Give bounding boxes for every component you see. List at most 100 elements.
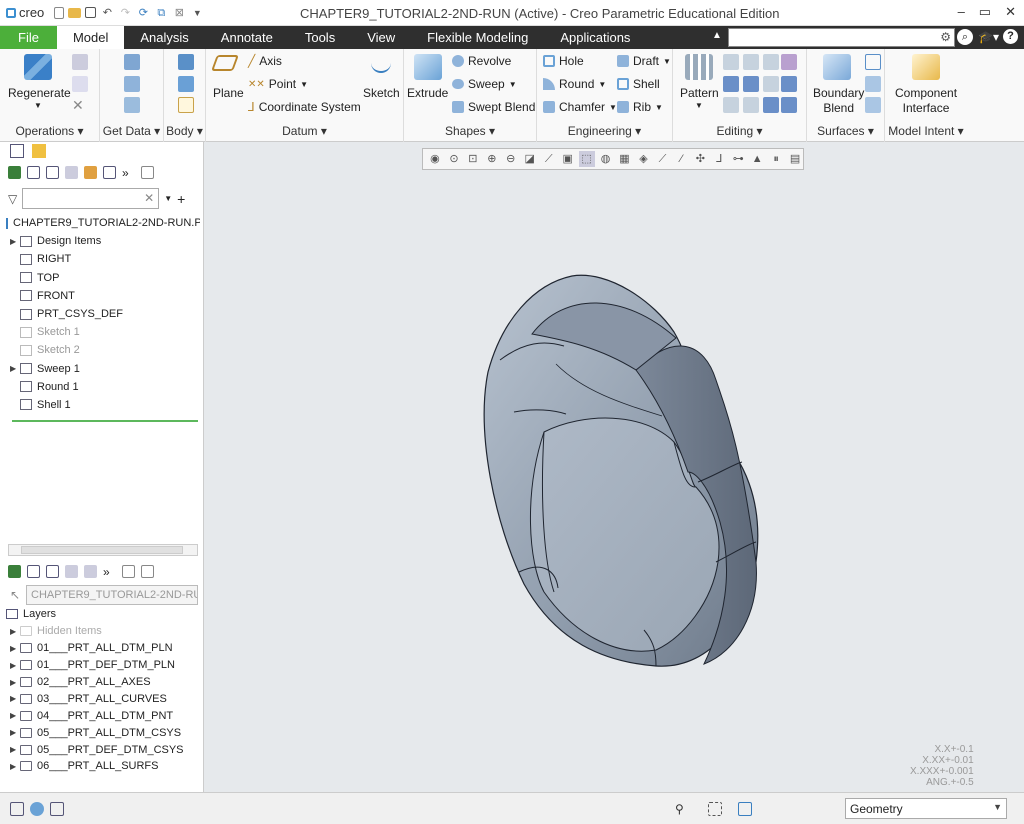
selection-filter-select[interactable]: Geometry ▼ [845, 798, 1007, 819]
copy-icon[interactable] [72, 54, 88, 70]
chamfer-button[interactable]: Chamfer ▼ [543, 100, 617, 114]
expand-icon[interactable]: ▶ [10, 728, 20, 737]
hole-button[interactable]: Hole [543, 54, 584, 68]
model-tree-root[interactable]: CHAPTER9_TUTORIAL2-2ND-RUN.PRT [6, 214, 200, 232]
tree-horizontal-scrollbar[interactable] [8, 544, 198, 556]
layer-settings-icon[interactable] [84, 565, 97, 578]
mirror-icon[interactable] [723, 54, 739, 70]
wrap-icon[interactable] [743, 97, 759, 113]
boundary-blend-button[interactable]: Boundary Blend [813, 86, 864, 115]
fill-icon[interactable] [781, 97, 797, 113]
delete-icon[interactable]: ✕ [72, 97, 84, 114]
tab-flexible-modeling[interactable]: Flexible Modeling [411, 26, 544, 49]
operations-group-label[interactable]: Operations ▾ [0, 124, 99, 138]
tree-filter-icon[interactable] [103, 166, 116, 179]
expand-icon[interactable]: ▶ [10, 364, 20, 373]
layer-show-icon[interactable] [65, 565, 78, 578]
engineering-group-label[interactable]: Engineering ▾ [537, 124, 672, 138]
tab-analysis[interactable]: Analysis [124, 26, 204, 49]
layer-item[interactable]: ▶ 05___PRT_ALL_DTM_CSYS [6, 724, 200, 741]
expand-icon[interactable]: ▶ [10, 711, 20, 720]
tree-settings-icon[interactable] [84, 166, 97, 179]
tree-search-input[interactable]: ✕ [22, 188, 160, 209]
model-tree-item[interactable]: Sketch 2 [6, 341, 200, 359]
layer-item[interactable]: ▶ 01___PRT_DEF_DTM_PLN [6, 657, 200, 674]
learning-hat-icon[interactable]: 🎓▾ [978, 30, 999, 44]
expand-icon[interactable]: ▶ [10, 661, 20, 670]
round-button[interactable]: Round ▼ [543, 77, 606, 91]
model-tree-item[interactable]: RIGHT [6, 250, 200, 268]
pattern-button[interactable]: Pattern [680, 86, 719, 100]
offset-surface-icon[interactable] [763, 97, 779, 113]
axis-button[interactable]: ╱ Axis [248, 54, 282, 68]
body-merge-icon[interactable] [178, 76, 194, 92]
surfaces-group-label[interactable]: Surfaces ▾ [807, 124, 884, 138]
save-icon[interactable] [85, 7, 97, 18]
insert-here-indicator[interactable] [12, 420, 198, 422]
layer-item[interactable]: ▶ 03___PRT_ALL_CURVES [6, 690, 200, 707]
model-tree-item[interactable]: Round 1 [6, 378, 200, 396]
undo-icon[interactable]: ↶ [100, 6, 114, 20]
coordinate-system-button[interactable]: ⅃ Coordinate System [248, 100, 361, 114]
layer-properties-icon[interactable] [122, 565, 135, 578]
layer-item[interactable]: ▶ 05___PRT_DEF_DTM_CSYS [6, 741, 200, 758]
more-icon[interactable]: » [103, 565, 116, 579]
tab-tools[interactable]: Tools [289, 26, 351, 49]
layer-tree-toggle-icon[interactable] [8, 565, 21, 578]
expand-icon[interactable]: ▶ [10, 694, 20, 703]
command-search-input[interactable]: ⚙ [728, 28, 955, 47]
close-icon[interactable]: ✕ [1005, 4, 1016, 20]
smart-selection-icon[interactable] [738, 802, 752, 816]
add-filter-icon[interactable]: + [177, 191, 185, 207]
tab-annotate[interactable]: Annotate [205, 26, 289, 49]
full-screen-icon[interactable] [50, 802, 64, 816]
freestyle-icon[interactable] [865, 97, 881, 113]
layer-collapse-icon[interactable] [27, 565, 40, 578]
revolve-button[interactable]: Revolve [452, 54, 511, 68]
regenerate-button[interactable]: Regenerate [8, 86, 71, 100]
project-icon[interactable] [723, 97, 739, 113]
open-folder-icon[interactable] [68, 7, 82, 18]
minimize-icon[interactable]: – [958, 4, 965, 20]
model-tree-item[interactable]: Sketch 1 [6, 323, 200, 341]
datum-group-label[interactable]: Datum ▾ [206, 124, 403, 138]
plane-button[interactable]: Plane [213, 86, 244, 100]
more-icon[interactable]: » [122, 166, 135, 180]
thicken-icon[interactable] [763, 76, 779, 92]
shrinkwrap-icon[interactable] [124, 97, 140, 113]
paste-icon[interactable] [72, 76, 88, 92]
layer-model-select[interactable]: CHAPTER9_TUTORIAL2-2ND-RUN.PRT [26, 585, 198, 605]
show-browser-icon[interactable] [30, 802, 44, 816]
merge-icon[interactable] [723, 76, 739, 92]
search-icon[interactable]: ⌕ [957, 29, 973, 45]
regenerate-dropdown-icon[interactable]: ▼ [34, 101, 42, 110]
get-data-group-label[interactable]: Get Data ▾ [100, 124, 163, 138]
rib-button[interactable]: Rib ▼ [617, 100, 663, 114]
extrude-button[interactable]: Extrude [407, 86, 448, 100]
layer-notes-icon[interactable] [141, 565, 154, 578]
solidify-icon[interactable] [781, 76, 797, 92]
model-tree-tab-icon[interactable] [10, 144, 24, 158]
shell-model[interactable] [204, 142, 1024, 792]
layer-item[interactable]: ▶ 01___PRT_ALL_DTM_PLN [6, 640, 200, 657]
minimize-ribbon-icon[interactable]: ▲ [712, 30, 722, 41]
component-interface-button[interactable]: Component Interface [895, 86, 957, 115]
graphics-window[interactable]: ◉ ⊙ ⊡ ⊕ ⊖ ◪ ⟋ ▣ ⬚ ◍ ▦ ◈ ⟋ ⁄ ✣ ⅃ ⊶ ▲ ⏸ ▤ [204, 142, 1024, 792]
model-intent-group-label[interactable]: Model Intent ▾ [885, 124, 967, 138]
notes-icon[interactable] [141, 166, 154, 179]
expand-icon[interactable]: ▶ [10, 237, 20, 246]
expand-icon[interactable]: ▶ [10, 627, 20, 636]
maximize-icon[interactable]: ▭ [979, 4, 991, 20]
layer-item[interactable]: ▶ 02___PRT_ALL_AXES [6, 674, 200, 691]
sweep-button[interactable]: Sweep ▼ [452, 77, 517, 91]
layer-item[interactable]: ▶ Hidden Items [6, 623, 200, 640]
tree-columns-icon[interactable] [65, 166, 78, 179]
layer-item[interactable]: ▶ 06___PRT_ALL_SURFS [6, 758, 200, 775]
select-arrow-icon[interactable]: ↖ [10, 588, 20, 602]
tab-applications[interactable]: Applications [544, 26, 646, 49]
tree-expand-icon[interactable] [46, 166, 59, 179]
tree-collapse-icon[interactable] [27, 166, 40, 179]
shapes-group-label[interactable]: Shapes ▾ [404, 124, 536, 138]
sketch-button[interactable]: Sketch [363, 86, 400, 100]
tab-file[interactable]: File [0, 26, 57, 49]
